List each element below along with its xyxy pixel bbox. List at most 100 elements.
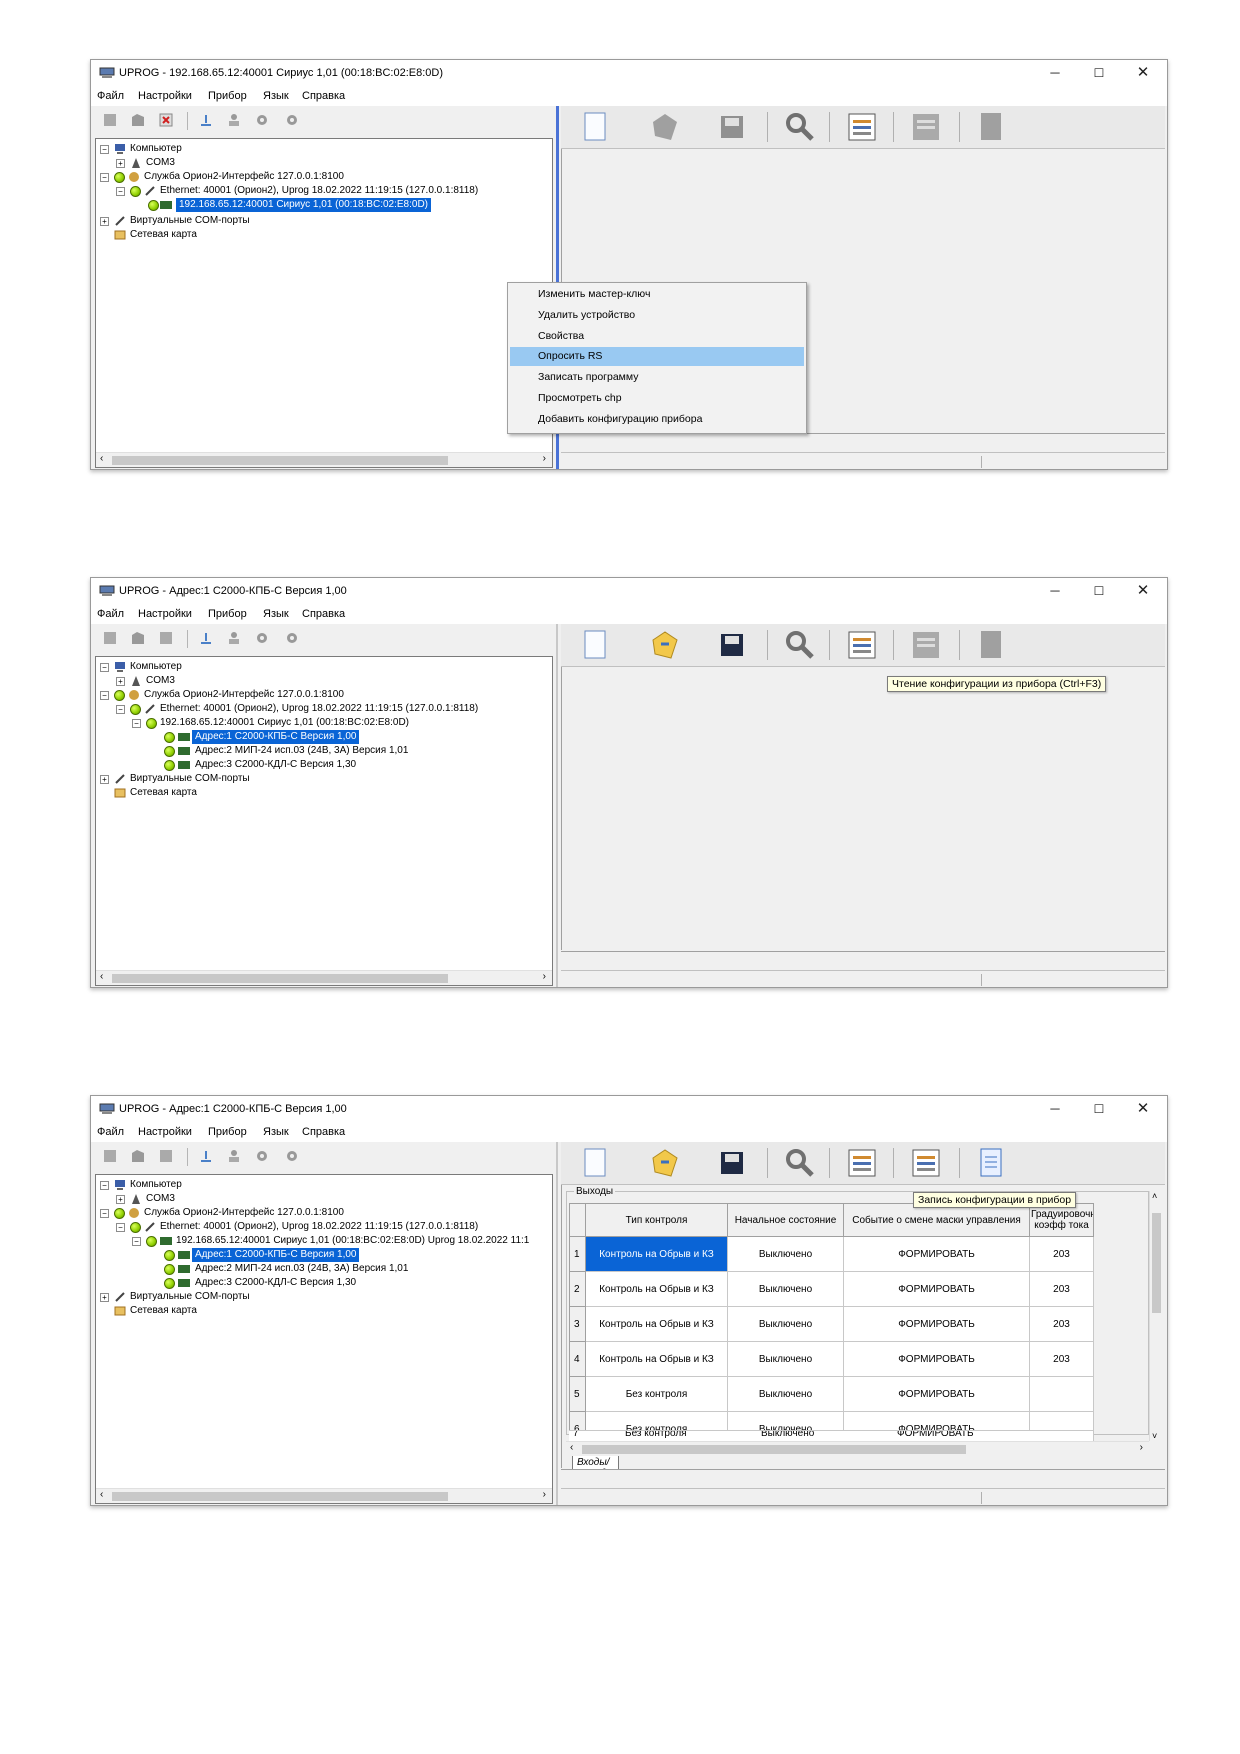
scroll-right-icon[interactable]: › xyxy=(1140,1442,1143,1453)
menu-settings[interactable]: Настройки xyxy=(138,608,192,620)
menu-language[interactable]: Язык xyxy=(263,608,289,620)
vertical-scrollbar[interactable]: ˄ ˅ xyxy=(1149,1191,1163,1441)
expand-toggle[interactable]: + xyxy=(116,1195,125,1204)
maximize-button[interactable]: ☐ xyxy=(1077,580,1121,602)
document-icon[interactable] xyxy=(979,112,1003,142)
scroll-down-icon[interactable]: ˅ xyxy=(1152,1431,1157,1441)
maximize-button[interactable]: ☐ xyxy=(1077,1098,1121,1120)
menu-file[interactable]: Файл xyxy=(97,608,124,620)
read-config-icon[interactable] xyxy=(847,630,879,660)
document-icon[interactable] xyxy=(979,630,1003,660)
collapse-toggle[interactable]: − xyxy=(132,719,141,728)
save-disk-icon[interactable] xyxy=(719,630,745,660)
scroll-right-icon[interactable]: › xyxy=(543,971,546,982)
column-header-current-coef[interactable]: Градуировочный коэфф тока xyxy=(1029,1203,1094,1237)
menu-item-change-master-key[interactable]: Изменить мастер-ключ xyxy=(510,285,804,304)
open-folder-icon[interactable] xyxy=(651,630,679,660)
connect-icon[interactable] xyxy=(199,113,213,127)
menu-device[interactable]: Прибор xyxy=(208,1126,247,1138)
user-icon[interactable] xyxy=(227,1149,241,1163)
column-header-mask-event[interactable]: Событие о смене маски управления xyxy=(843,1203,1030,1237)
column-header-initial-state[interactable]: Начальное состояние xyxy=(727,1203,844,1237)
horizontal-scrollbar[interactable]: ‹ › xyxy=(96,452,552,467)
delete-icon[interactable] xyxy=(159,113,173,127)
new-file-icon[interactable] xyxy=(583,630,607,660)
menu-item-properties[interactable]: Свойства xyxy=(510,327,804,346)
connect-icon[interactable] xyxy=(199,631,213,645)
search-icon[interactable] xyxy=(785,630,815,660)
table-row[interactable]: 1 Контроль на Обрыв и КЗ Выключено ФОРМИ… xyxy=(569,1236,1094,1272)
write-config-icon[interactable] xyxy=(911,1148,943,1178)
save-disk-icon[interactable] xyxy=(719,112,745,142)
user-icon[interactable] xyxy=(227,631,241,645)
collapse-toggle[interactable]: − xyxy=(116,1223,125,1232)
expand-toggle[interactable]: + xyxy=(100,217,109,226)
scroll-left-icon[interactable]: ‹ xyxy=(570,1442,573,1453)
maximize-button[interactable]: ☐ xyxy=(1077,62,1121,84)
scroll-thumb[interactable] xyxy=(582,1445,966,1454)
gears-icon[interactable] xyxy=(285,113,299,127)
scroll-thumb[interactable] xyxy=(1152,1213,1161,1313)
scroll-thumb[interactable] xyxy=(112,1492,448,1501)
new-file-icon[interactable] xyxy=(583,112,607,142)
scroll-right-icon[interactable]: › xyxy=(543,1489,546,1500)
scroll-up-icon[interactable]: ˄ xyxy=(1152,1191,1157,1201)
open-folder-icon[interactable] xyxy=(651,112,679,142)
collapse-toggle[interactable]: − xyxy=(100,663,109,672)
disk-icon[interactable] xyxy=(159,1149,173,1163)
collapse-toggle[interactable]: − xyxy=(100,173,109,182)
table-row[interactable]: 2 Контроль на Обрыв и КЗ Выключено ФОРМИ… xyxy=(569,1271,1094,1307)
pane-splitter[interactable] xyxy=(556,624,558,987)
menu-help[interactable]: Справка xyxy=(302,608,345,620)
write-config-icon[interactable] xyxy=(911,112,943,142)
table-horizontal-scrollbar[interactable]: ‹ › xyxy=(566,1441,1149,1456)
search-icon[interactable] xyxy=(785,112,815,142)
menu-help[interactable]: Справка xyxy=(302,90,345,102)
search-icon[interactable] xyxy=(785,1148,815,1178)
scroll-left-icon[interactable]: ‹ xyxy=(100,453,103,464)
menu-file[interactable]: Файл xyxy=(97,90,124,102)
read-config-icon[interactable] xyxy=(847,112,879,142)
open-folder-icon[interactable] xyxy=(651,1148,679,1178)
gears-icon[interactable] xyxy=(285,631,299,645)
collapse-toggle[interactable]: − xyxy=(132,1237,141,1246)
gears-icon[interactable] xyxy=(285,1149,299,1163)
new-file-icon[interactable] xyxy=(583,1148,607,1178)
collapse-toggle[interactable]: − xyxy=(100,1181,109,1190)
close-button[interactable]: ✕ xyxy=(1121,1098,1165,1120)
menu-device[interactable]: Прибор xyxy=(208,90,247,102)
read-config-icon[interactable] xyxy=(847,1148,879,1178)
folder-icon[interactable] xyxy=(131,113,145,127)
expand-toggle[interactable]: + xyxy=(116,677,125,686)
menu-settings[interactable]: Настройки xyxy=(138,1126,192,1138)
horizontal-scrollbar[interactable]: ‹ › xyxy=(96,970,552,985)
menu-settings[interactable]: Настройки xyxy=(138,90,192,102)
column-header-control-type[interactable]: Тип контроля xyxy=(585,1203,728,1237)
document-icon[interactable] xyxy=(979,1148,1003,1178)
minimize-button[interactable]: ─ xyxy=(1033,62,1077,84)
menu-language[interactable]: Язык xyxy=(263,1126,289,1138)
close-button[interactable]: ✕ xyxy=(1121,62,1165,84)
table-row[interactable]: 5 Без контроля Выключено ФОРМИРОВАТЬ xyxy=(569,1376,1094,1412)
scroll-thumb[interactable] xyxy=(112,456,448,465)
horizontal-scrollbar[interactable]: ‹ › xyxy=(96,1488,552,1503)
table-row[interactable]: 3 Контроль на Обрыв и КЗ Выключено ФОРМИ… xyxy=(569,1306,1094,1342)
connect-icon[interactable] xyxy=(199,1149,213,1163)
collapse-toggle[interactable]: − xyxy=(100,691,109,700)
disk-icon[interactable] xyxy=(103,631,117,645)
scroll-right-icon[interactable]: › xyxy=(543,453,546,464)
menu-help[interactable]: Справка xyxy=(302,1126,345,1138)
menu-item-poll-rs[interactable]: Опросить RS xyxy=(510,347,804,366)
menu-file[interactable]: Файл xyxy=(97,1126,124,1138)
collapse-toggle[interactable]: − xyxy=(116,187,125,196)
scroll-left-icon[interactable]: ‹ xyxy=(100,1489,103,1500)
menu-item-view-chp[interactable]: Просмотреть chp xyxy=(510,389,804,408)
collapse-toggle[interactable]: − xyxy=(116,705,125,714)
gear-icon[interactable] xyxy=(255,631,269,645)
table-row[interactable]: 7 Без контроля Выключено ФОРМИРОВАТЬ xyxy=(569,1430,1093,1441)
disk-icon[interactable] xyxy=(159,631,173,645)
write-config-icon[interactable] xyxy=(911,630,943,660)
expand-toggle[interactable]: + xyxy=(100,1293,109,1302)
scroll-thumb[interactable] xyxy=(112,974,448,983)
menu-item-write-program[interactable]: Записать программу xyxy=(510,368,804,387)
